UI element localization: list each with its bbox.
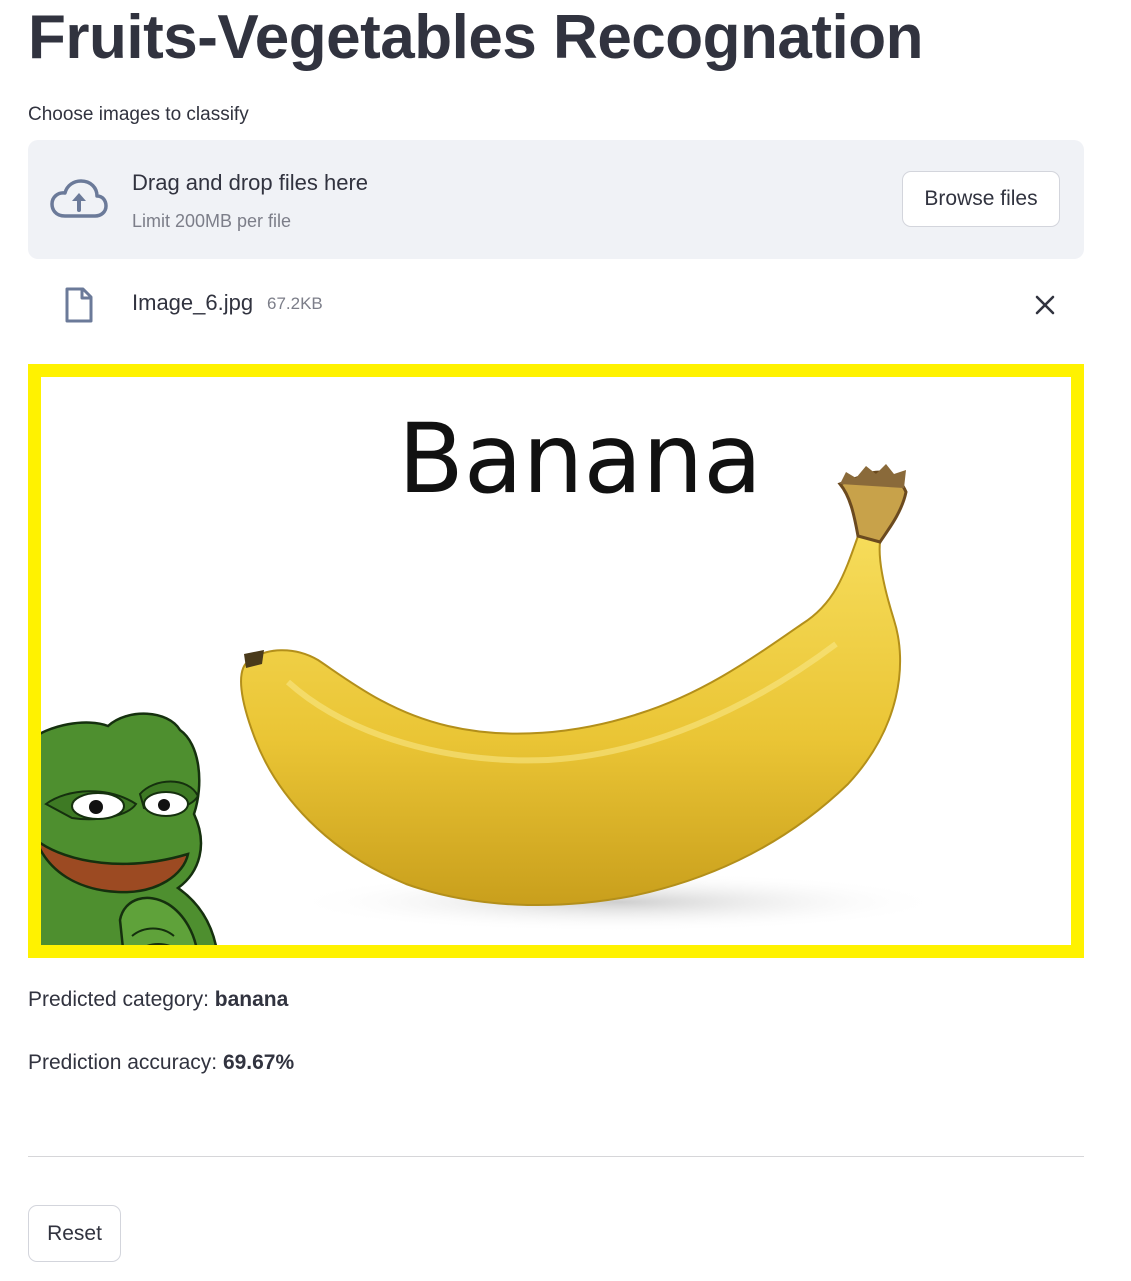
prediction-accuracy-value: 69.67%	[222, 1051, 295, 1074]
prediction-accuracy: Prediction accuracy: 69.67%	[28, 1051, 294, 1075]
remove-file-button[interactable]	[1028, 288, 1062, 322]
reset-button[interactable]: Reset	[28, 1205, 121, 1262]
file-name: Image_6.jpg	[132, 290, 254, 315]
file-size: 67.2KB	[267, 294, 323, 313]
predicted-category: Predicted category: banana	[28, 988, 288, 1012]
browse-files-button[interactable]: Browse files	[902, 171, 1060, 227]
cloud-upload-icon	[50, 179, 108, 218]
file-dropzone[interactable]: Drag and drop files here Limit 200MB per…	[28, 140, 1084, 259]
dropzone-limit: Limit 200MB per file	[132, 211, 292, 231]
dropzone-instructions: Drag and drop files here	[132, 170, 369, 195]
file-icon	[65, 287, 93, 323]
divider	[28, 1156, 1084, 1157]
predicted-category-value: banana	[214, 988, 289, 1011]
uploaded-file-item: Image_6.jpg 67.2KB	[28, 282, 1084, 328]
page-title: Fruits-Vegetables Recognation	[28, 3, 924, 72]
prediction-accuracy-label: Prediction accuracy:	[28, 1051, 218, 1074]
frog-sticker	[41, 712, 217, 945]
uploaded-image-preview: Banana	[28, 364, 1084, 958]
predicted-category-label: Predicted category:	[28, 988, 209, 1011]
close-icon	[1035, 295, 1055, 315]
uploader-label: Choose images to classify	[28, 104, 249, 125]
image-caption-text: Banana	[398, 403, 762, 515]
